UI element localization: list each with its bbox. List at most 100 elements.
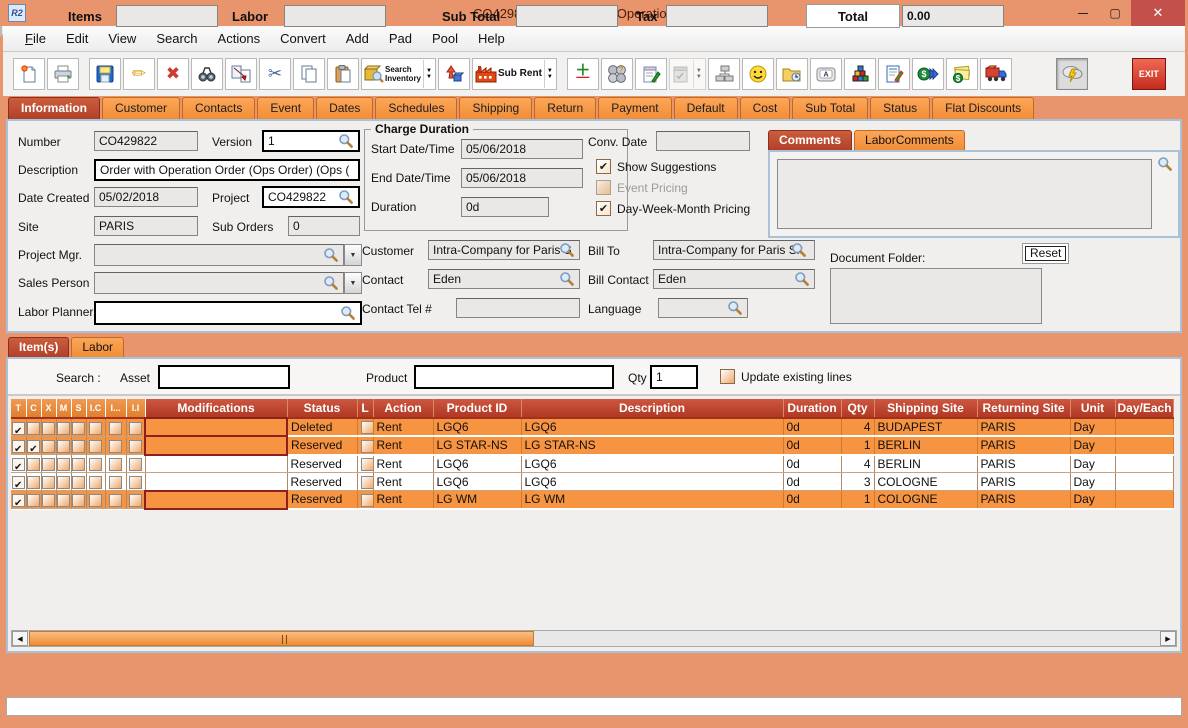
tab-payment[interactable]: Payment — [598, 97, 671, 119]
cell-duration[interactable]: 0d — [783, 455, 841, 473]
task-list-dropdown[interactable]: ▼▼ — [693, 60, 704, 88]
row-checkbox[interactable] — [109, 476, 122, 489]
comments-lookup-icon[interactable] — [1157, 156, 1173, 172]
menu-convert[interactable]: Convert — [270, 27, 336, 50]
row-checkbox[interactable] — [129, 476, 142, 489]
duration-field[interactable]: 0d — [461, 197, 549, 217]
column-header-action[interactable]: Action — [373, 399, 433, 418]
cell-day-each[interactable] — [1115, 436, 1173, 454]
cell-modifications[interactable] — [145, 436, 287, 454]
reset-button[interactable]: Reset — [1022, 243, 1069, 264]
cell-status[interactable]: Reserved — [287, 491, 357, 509]
cell-description[interactable]: LGQ6 — [521, 455, 783, 473]
column-header-shipping-site[interactable]: Shipping Site — [874, 399, 977, 418]
horizontal-scrollbar[interactable]: ◀ ▶ — [11, 630, 1177, 647]
row-checkbox[interactable] — [27, 458, 40, 471]
sub-rent-button[interactable]: Sub Rent ▼▼ — [472, 58, 557, 90]
cell-duration[interactable]: 0d — [783, 473, 841, 491]
cell-duration[interactable]: 0d — [783, 418, 841, 436]
row-checkbox[interactable] — [42, 476, 55, 489]
cell-qty[interactable]: 3 — [841, 473, 874, 491]
row-checkbox[interactable] — [109, 458, 122, 471]
row-checkbox[interactable] — [109, 422, 122, 435]
row-checkbox[interactable] — [361, 476, 374, 489]
column-header-s[interactable]: S — [71, 399, 86, 418]
end-date-field[interactable]: 05/06/2018 — [461, 168, 583, 188]
money-notes-button[interactable]: $ — [946, 58, 978, 90]
row-checkbox[interactable] — [42, 458, 55, 471]
sub-rent-dropdown[interactable]: ▼▼ — [544, 60, 555, 88]
row-checkbox[interactable] — [42, 494, 55, 507]
sales-person-field[interactable] — [94, 272, 344, 294]
table-row[interactable]: ReservedRentLGQ6LGQ60d3COLOGNEPARISDay — [11, 473, 1173, 491]
project-mgr-field[interactable] — [94, 244, 344, 266]
project-mgr-lookup-icon[interactable] — [323, 247, 339, 263]
maximize-button[interactable] — [1099, 0, 1131, 26]
scrollbar-thumb[interactable] — [29, 631, 534, 646]
row-checkbox[interactable] — [72, 494, 85, 507]
find-binoculars-button[interactable] — [191, 58, 223, 90]
row-checkbox[interactable] — [57, 476, 70, 489]
update-existing-checkbox[interactable]: Update existing lines — [720, 369, 852, 384]
cell-action[interactable]: Rent — [373, 418, 433, 436]
show-suggestions-checkbox[interactable]: Show Suggestions — [596, 159, 716, 174]
column-header-c[interactable]: C — [26, 399, 41, 418]
row-checkbox[interactable] — [89, 458, 102, 471]
cell-status[interactable]: Reserved — [287, 436, 357, 454]
column-header-m[interactable]: M — [56, 399, 71, 418]
cut-button[interactable]: ✂ — [259, 58, 291, 90]
tab-flat-discounts[interactable]: Flat Discounts — [932, 97, 1034, 119]
cell-modifications[interactable] — [145, 418, 287, 436]
row-checkbox[interactable] — [89, 494, 102, 507]
version-field[interactable]: 1 — [262, 130, 360, 152]
menu-add[interactable]: Add — [336, 27, 379, 50]
row-checkbox[interactable] — [27, 422, 40, 435]
cell-day-each[interactable] — [1115, 418, 1173, 436]
row-checkbox-checked[interactable] — [12, 440, 25, 453]
inventory-blocks-button[interactable] — [844, 58, 876, 90]
column-header-i-c[interactable]: I.C — [86, 399, 105, 418]
cell-l-checkbox[interactable] — [357, 418, 373, 436]
bill-to-lookup-icon[interactable] — [791, 242, 807, 258]
cell-duration[interactable]: 0d — [783, 491, 841, 509]
cell-returning-site[interactable]: PARIS — [977, 455, 1070, 473]
tab-default[interactable]: Default — [674, 97, 738, 119]
day-week-month-checkbox[interactable]: Day-Week-Month Pricing — [596, 201, 750, 216]
print-button[interactable] — [47, 58, 79, 90]
version-lookup-icon[interactable] — [338, 133, 354, 149]
table-row[interactable]: ReservedRentLG WMLG WM0d1COLOGNEPARISDay — [11, 491, 1173, 509]
document-folder-box[interactable] — [830, 268, 1042, 324]
row-checkbox-checked[interactable] — [27, 440, 40, 453]
edit-pencil-button[interactable]: ✏ — [123, 58, 155, 90]
kit-components-button[interactable]: ? — [601, 58, 633, 90]
cell-shipping-site[interactable]: COLOGNE — [874, 473, 977, 491]
project-field[interactable]: CO429822 — [262, 186, 360, 208]
customer-lookup-icon[interactable] — [559, 242, 575, 258]
contact-tel-field[interactable] — [456, 298, 580, 318]
tab-shipping[interactable]: Shipping — [459, 97, 532, 119]
tab-comments[interactable]: Comments — [768, 130, 852, 150]
tab-sub-total[interactable]: Sub Total — [792, 97, 868, 119]
cell-action[interactable]: Rent — [373, 473, 433, 491]
menu-pool[interactable]: Pool — [422, 27, 468, 50]
cell-l-checkbox[interactable] — [357, 455, 373, 473]
labor-planner-lookup-icon[interactable] — [340, 305, 356, 321]
column-header-description[interactable]: Description — [521, 399, 783, 418]
sales-person-lookup-icon[interactable] — [323, 275, 339, 291]
cell-qty[interactable]: 1 — [841, 436, 874, 454]
task-list-button[interactable]: ▼▼ — [669, 58, 706, 90]
cell-description[interactable]: LG WM — [521, 491, 783, 509]
tab-labor-comments[interactable]: LaborComments — [854, 130, 965, 150]
tab-event[interactable]: Event — [257, 97, 314, 119]
exit-button[interactable]: EXIT — [1132, 58, 1166, 90]
language-lookup-icon[interactable] — [727, 300, 743, 316]
cell-product-id[interactable]: LG STAR-NS — [433, 436, 521, 454]
minimize-button[interactable] — [1067, 0, 1099, 26]
menu-actions[interactable]: Actions — [208, 27, 271, 50]
column-header-returning-site[interactable]: Returning Site — [977, 399, 1070, 418]
row-checkbox-checked[interactable] — [12, 458, 25, 471]
row-checkbox[interactable] — [57, 494, 70, 507]
comments-textarea[interactable] — [777, 159, 1152, 229]
cell-duration[interactable]: 0d — [783, 436, 841, 454]
bill-contact-lookup-icon[interactable] — [794, 271, 810, 287]
